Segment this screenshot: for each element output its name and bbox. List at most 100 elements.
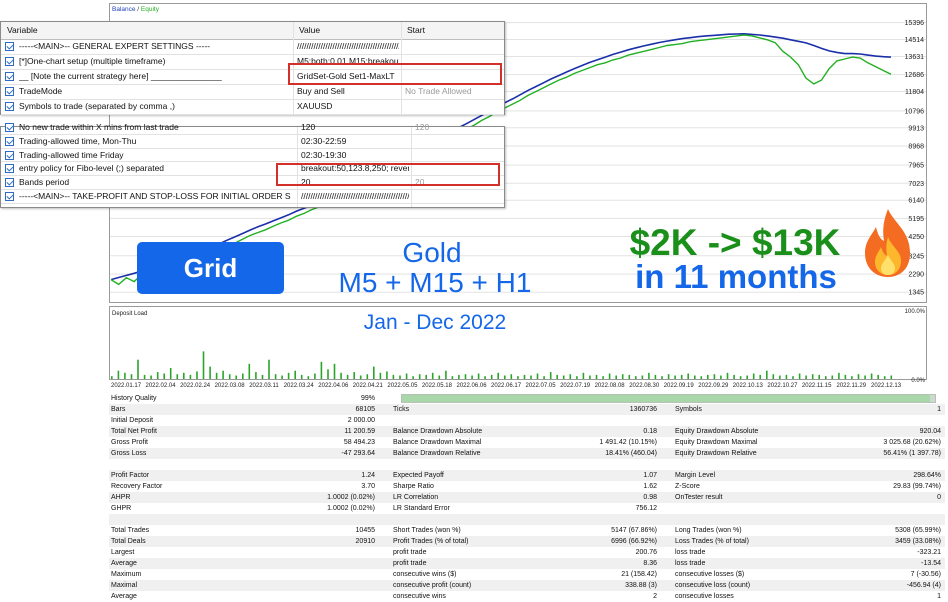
symbol-label: Gold [402, 237, 462, 268]
deposit-load-bar [628, 374, 631, 379]
report-row: AHPR 1.0002 (0.02%) LR Correlation 0.98 OnTe… [109, 492, 945, 503]
input-row[interactable]: -----<MAIN>-- TAKE-PROFIT AND STOP-LOSS … [1, 190, 504, 204]
deposit-load-bar [386, 371, 388, 379]
input-value[interactable]: 02:30-19:30 [301, 149, 409, 162]
report-label: Profit Trades (% of total) [393, 538, 469, 545]
deposit-load-bar [694, 375, 696, 379]
checkbox-icon[interactable] [5, 87, 14, 96]
input-row[interactable]: Trading-allowed time, Mon-Thu 02:30-22:59 [1, 135, 504, 149]
input-variable: No new trade within X mins from last tra… [19, 122, 179, 132]
input-value[interactable]: ////////////////////////////////////////… [301, 190, 409, 203]
checkbox-icon[interactable] [5, 102, 14, 111]
y-tick-label: 11804 [905, 89, 924, 96]
report-value: 3 025.68 (20.62%) [883, 439, 941, 446]
deposit-load-bar [720, 375, 722, 379]
report-label: Bars [111, 406, 126, 413]
y-tick-label: 1345 [908, 290, 924, 297]
checkbox-icon[interactable] [5, 123, 14, 132]
history-quality-value: 99% [360, 395, 375, 402]
input-row[interactable]: Symbols to trade (separated by comma ,) X… [1, 100, 504, 115]
report-value: 68105 [355, 406, 375, 413]
highlight-fibo-entry [276, 163, 500, 186]
input-row[interactable]: No new trade within X mins from last tra… [1, 121, 504, 135]
x-tick-label: 2022.06.06 [457, 383, 488, 388]
report-value: 0 [937, 494, 941, 501]
y-tick-label: 6140 [908, 198, 924, 205]
report-value: 10455 [355, 527, 375, 534]
y-tick-label: 14514 [905, 37, 925, 44]
input-start: No Trade Allowed [405, 86, 472, 96]
deposit-load-bar [484, 376, 486, 379]
input-value[interactable]: Buy and Sell [297, 85, 399, 98]
report-value: 338.88 (3) [625, 582, 657, 589]
input-variable: Bands period [19, 177, 70, 188]
deposit-load-bar [759, 374, 761, 379]
report-row [109, 514, 945, 525]
period-label: Jan - Dec 2022 [363, 311, 507, 334]
deposit-load-bar [464, 374, 467, 379]
checkbox-icon[interactable] [5, 150, 14, 160]
checkbox-icon[interactable] [5, 192, 14, 201]
report-label: AHPR [111, 494, 131, 501]
deposit-load-bar [877, 374, 879, 379]
x-tick-label: 2022.12.13 [871, 383, 902, 388]
report-value: 58 494.23 [343, 439, 375, 446]
backtest-report: History Quality 99% Bars 68105 Ticks 136073… [109, 393, 945, 600]
x-tick-label: 2022.01.17 [111, 383, 142, 388]
deposit-load-bar [445, 370, 447, 379]
deposit-load-bar [831, 375, 834, 379]
deposit-load-bar [150, 375, 152, 379]
x-tick-label: 2022.05.18 [422, 383, 453, 388]
deposit-load-bar [399, 375, 401, 379]
deposit-load-bar [438, 375, 441, 379]
column-start: Start [407, 25, 425, 35]
report-label: Sharpe Ratio [393, 483, 434, 490]
report-row: Maximal consecutive profit (count) 338.88 … [109, 580, 945, 591]
report-value: 3.70 [361, 483, 375, 490]
report-label: Equity Drawdown Absolute [675, 428, 759, 435]
deposit-load-bar [589, 375, 591, 379]
input-row[interactable]: Trading-allowed time Friday 02:30-19:30 [1, 149, 504, 163]
input-variable: -----<MAIN>-- GENERAL EXPERT SETTINGS --… [19, 41, 211, 51]
input-row[interactable]: TradeMode Buy and Sell No Trade Allowed [1, 85, 504, 100]
input-value[interactable]: XAUUSD [297, 100, 399, 113]
report-value: 1 [937, 406, 941, 413]
input-value[interactable]: ////////////////////////////////////////… [297, 40, 399, 53]
deposit-load-bar [615, 375, 617, 379]
checkbox-icon[interactable] [5, 178, 14, 188]
deposit-load-bar [222, 370, 224, 379]
deposit-load-bar [707, 374, 709, 379]
x-tick-label: 2022.03.24 [284, 383, 315, 388]
checkbox-icon[interactable] [5, 72, 14, 81]
report-row-quality: History Quality 99% [109, 393, 945, 404]
column-variable: Variable [7, 25, 38, 35]
report-label: Margin Level [675, 472, 716, 479]
report-value: 1.07 [643, 472, 657, 479]
report-label: GHPR [111, 505, 132, 512]
x-tick-label: 2022.02.04 [146, 383, 177, 388]
report-row: Maximum consecutive wins ($) 21 (158.42) co… [109, 569, 945, 580]
input-row[interactable]: -----<MAIN>-- GENERAL EXPERT SETTINGS --… [1, 40, 504, 55]
report-value: 3459 (33.08%) [895, 538, 941, 545]
deposit-load-bar [562, 375, 565, 379]
deposit-load-bar [602, 376, 604, 379]
deposit-load-bar [111, 376, 113, 379]
input-value[interactable]: 02:30-22:59 [301, 135, 409, 148]
checkbox-icon[interactable] [5, 57, 14, 66]
y-tick-label: 13631 [905, 54, 925, 61]
report-value: 29.83 (99.74%) [893, 483, 941, 490]
deposit-load-bar [746, 375, 748, 379]
input-variable: TradeMode [19, 86, 63, 96]
report-label: LR Correlation [393, 494, 439, 501]
deposit-load-bar [458, 374, 460, 379]
input-value[interactable]: 120 [301, 121, 409, 134]
deposit-load-bar [713, 374, 716, 379]
checkbox-icon[interactable] [5, 164, 14, 174]
report-label: Gross Loss [111, 450, 147, 457]
report-value: 56.41% (1 397.78) [883, 450, 941, 457]
report-value: 20910 [355, 538, 375, 545]
deposit-load-bar [189, 374, 192, 379]
report-row: Initial Deposit 2 000.00 [109, 415, 945, 426]
checkbox-icon[interactable] [5, 136, 14, 146]
checkbox-icon[interactable] [5, 42, 14, 51]
